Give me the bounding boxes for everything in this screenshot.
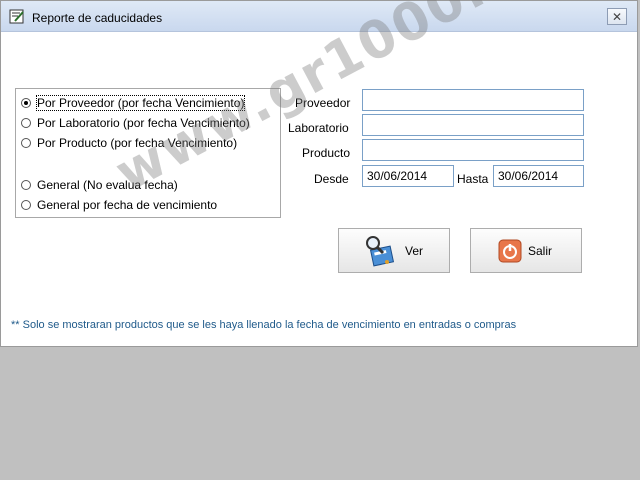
radio-por-laboratorio[interactable]: Por Laboratorio (por fecha Vencimiento) [21,114,250,132]
magnifier-report-icon [366,235,395,266]
desde-label: Desde [314,172,349,186]
radio-general-vencimiento[interactable]: General por fecha de vencimiento [21,196,217,214]
radio-por-producto[interactable]: Por Producto (por fecha Vencimiento) [21,134,237,152]
laboratorio-input[interactable] [362,114,584,136]
radio-button[interactable] [21,118,31,128]
hasta-label: Hasta [457,172,489,186]
hasta-date-input[interactable] [493,165,584,187]
radio-label: General (No evalua fecha) [37,178,178,192]
radio-por-proveedor[interactable]: Por Proveedor (por fecha Vencimiento) [21,94,246,112]
radio-label: General por fecha de vencimiento [37,198,218,212]
radio-label: Por Laboratorio (por fecha Vencimiento) [37,116,250,130]
radio-button[interactable] [21,200,31,210]
desde-date-input[interactable] [362,165,454,187]
ver-button[interactable]: Ver [338,228,450,273]
proveedor-input[interactable] [362,89,584,111]
close-button[interactable]: ✕ [607,8,627,25]
radio-button[interactable] [21,138,31,148]
radio-label: Por Proveedor (por fecha Vencimiento) [35,95,246,111]
salir-button-label: Salir [528,243,553,258]
radio-button[interactable] [21,180,31,190]
radio-general[interactable]: General (No evalua fecha) [21,176,178,194]
producto-label: Producto [302,146,351,160]
window-title: Reporte de caducidades [32,11,163,25]
radio-label: Por Producto (por fecha Vencimiento) [37,136,238,150]
laboratorio-label: Laboratorio [288,121,349,135]
salir-button[interactable]: Salir [470,228,582,273]
ver-button-label: Ver [405,243,424,258]
radio-button-checked[interactable] [21,98,31,108]
report-window: Reporte de caducidades ✕ Por Proveedor (… [0,0,638,347]
power-exit-icon [498,239,522,262]
producto-input[interactable] [362,139,584,161]
info-note: ** Solo se mostraran productos que se le… [11,319,517,331]
proveedor-label: Proveedor [295,96,351,110]
close-icon: ✕ [611,9,623,24]
title-bar[interactable]: Reporte de caducidades ✕ [1,1,637,32]
report-icon [9,9,24,24]
